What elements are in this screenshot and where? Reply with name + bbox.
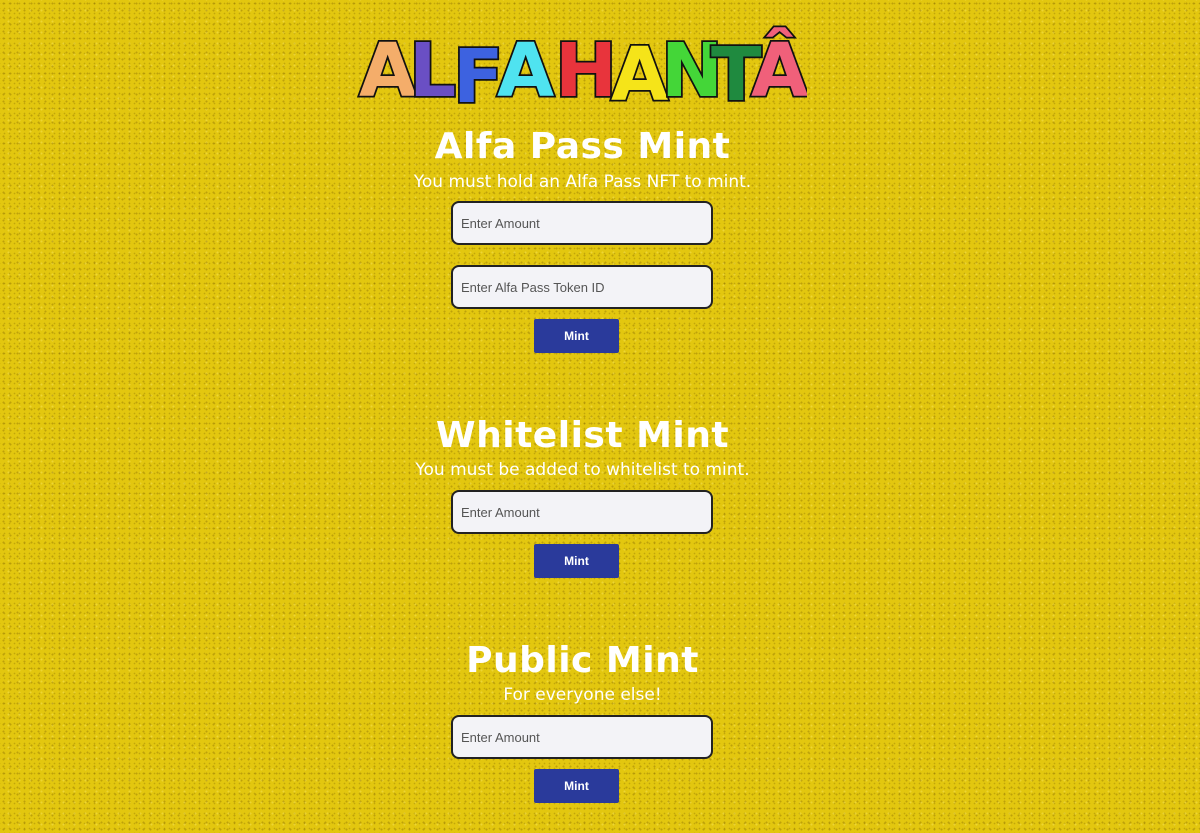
- alfa-hanta-logo: A L F A H A N T Â: [355, 4, 807, 118]
- whitelist-amount-input[interactable]: [451, 490, 713, 534]
- public-amount-input[interactable]: [451, 715, 713, 759]
- logo-graphic: A L F A H A N T Â: [357, 24, 807, 118]
- whitelist-mint-button[interactable]: Mint: [534, 544, 619, 578]
- whitelist-mint-subtitle: You must be added to whitelist to mint.: [415, 460, 750, 480]
- public-mint-button[interactable]: Mint: [534, 769, 619, 803]
- logo-letter-9: Â: [751, 26, 807, 114]
- logo-letter-6: A: [611, 32, 668, 118]
- logo-letter-5: H: [555, 28, 617, 114]
- public-mint-subtitle: For everyone else!: [503, 685, 662, 705]
- alfa-pass-token-id-input[interactable]: [451, 265, 713, 309]
- logo-letter-2: L: [409, 28, 456, 114]
- alfa-pass-amount-input[interactable]: [451, 201, 713, 245]
- logo-letter-4: A: [497, 28, 554, 114]
- public-mint-title: Public Mint: [466, 640, 699, 681]
- logo-letter-3: F: [453, 34, 504, 118]
- logo-letter-1: A: [359, 28, 416, 114]
- alfa-pass-mint-title: Alfa Pass Mint: [434, 126, 731, 167]
- alfa-pass-mint-button[interactable]: Mint: [534, 319, 619, 353]
- alfa-pass-mint-subtitle: You must hold an Alfa Pass NFT to mint.: [413, 172, 752, 192]
- whitelist-mint-title: Whitelist Mint: [435, 415, 730, 456]
